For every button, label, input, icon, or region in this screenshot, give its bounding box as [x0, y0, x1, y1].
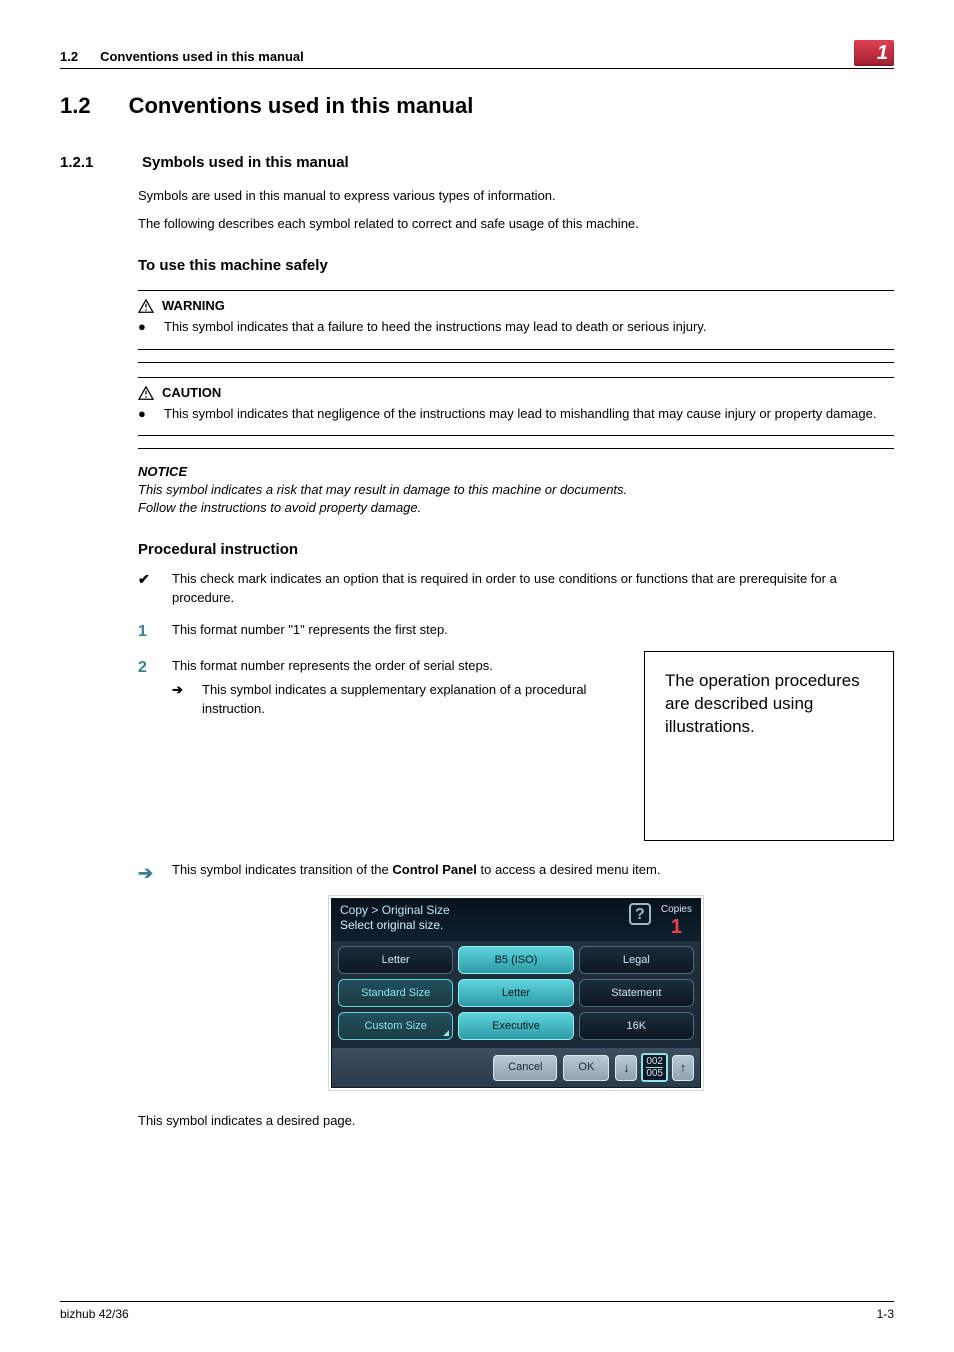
caution-triangle-icon [138, 386, 154, 400]
page-up-button[interactable]: ↑ [672, 1055, 694, 1081]
step-number: 2 [138, 657, 152, 718]
caution-text: This symbol indicates that negligence of… [164, 405, 894, 423]
step-1: 1 This format number "1" represents the … [138, 621, 894, 643]
page-footer: bizhub 42/36 1-3 [60, 1301, 894, 1323]
help-icon[interactable]: ? [629, 903, 651, 925]
running-header: 1.2 Conventions used in this manual 1 [60, 40, 894, 69]
h1-number: 1.2 [60, 91, 91, 122]
ok-button[interactable]: OK [563, 1055, 609, 1081]
h1-title: Conventions used in this manual [129, 91, 474, 122]
size-button-letter[interactable]: Letter [338, 946, 453, 974]
warning-triangle-icon [138, 299, 154, 313]
warning-text: This symbol indicates that a failure to … [164, 318, 894, 336]
step-text: This format number represents the order … [172, 658, 493, 673]
h2-title: Symbols used in this manual [142, 152, 349, 173]
heading-2: 1.2.1 Symbols used in this manual [60, 152, 894, 173]
h2-number: 1.2.1 [60, 152, 116, 173]
transition-item: ➔ This symbol indicates transition of th… [138, 861, 894, 886]
size-button-executive[interactable]: Executive [458, 1012, 573, 1040]
header-section-title: Conventions used in this manual [100, 48, 304, 66]
tab-standard-size[interactable]: Standard Size [338, 979, 453, 1007]
heading-procedural: Procedural instruction [138, 539, 894, 560]
step-text: This format number "1" represents the fi… [172, 621, 894, 643]
sub-step-text: This symbol indicates a supplementary ex… [202, 681, 622, 717]
copies-value: 1 [661, 917, 692, 937]
warning-label: WARNING [162, 297, 225, 315]
heading-safely: To use this machine safely [138, 255, 894, 276]
warning-block: WARNING ● This symbol indicates that a f… [138, 290, 894, 349]
control-panel-screenshot: Copy > Original Size Select original siz… [331, 898, 701, 1088]
transition-text: This symbol indicates transition of the … [172, 861, 894, 879]
closing-text: This symbol indicates a desired page. [138, 1112, 894, 1130]
check-item: ✔ This check mark indicates an option th… [138, 570, 894, 606]
tab-custom-size[interactable]: Custom Size [338, 1012, 453, 1040]
caution-label: CAUTION [162, 384, 221, 402]
page-down-button[interactable]: ↓ [615, 1055, 637, 1081]
step-number: 1 [138, 621, 152, 643]
intro-paragraph-2: The following describes each symbol rela… [138, 215, 894, 233]
copies-label: Copies [661, 903, 692, 917]
footer-page-number: 1-3 [877, 1306, 894, 1323]
cancel-button[interactable]: Cancel [493, 1055, 557, 1081]
heading-1: 1.2 Conventions used in this manual [60, 91, 894, 122]
page-counter: 002 005 [641, 1053, 668, 1082]
panel-instruction: Select original size. [340, 918, 450, 933]
chapter-badge: 1 [854, 40, 894, 66]
sub-arrow-icon: ➔ [172, 681, 190, 717]
size-button-letter-2[interactable]: Letter [458, 979, 573, 1007]
illustration-placeholder-box: The operation procedures are described u… [644, 651, 894, 841]
footer-product: bizhub 42/36 [60, 1306, 129, 1323]
panel-breadcrumb: Copy > Original Size [340, 903, 450, 918]
caution-block: CAUTION ● This symbol indicates that neg… [138, 377, 894, 436]
bullet-icon: ● [138, 405, 146, 423]
check-text: This check mark indicates an option that… [172, 570, 894, 606]
size-button-legal[interactable]: Legal [579, 946, 694, 974]
size-button-b5iso[interactable]: B5 (ISO) [458, 946, 573, 974]
notice-label: NOTICE [138, 463, 894, 481]
notice-body: This symbol indicates a risk that may re… [138, 481, 894, 517]
size-button-16k[interactable]: 16K [579, 1012, 694, 1040]
bullet-icon: ● [138, 318, 146, 336]
step-2: 2 This format number represents the orde… [138, 657, 622, 718]
size-button-statement[interactable]: Statement [579, 979, 694, 1007]
check-mark-icon: ✔ [138, 570, 152, 606]
transition-arrow-icon: ➔ [138, 861, 152, 886]
intro-paragraph-1: Symbols are used in this manual to expre… [138, 187, 894, 205]
header-section-num: 1.2 [60, 48, 78, 66]
